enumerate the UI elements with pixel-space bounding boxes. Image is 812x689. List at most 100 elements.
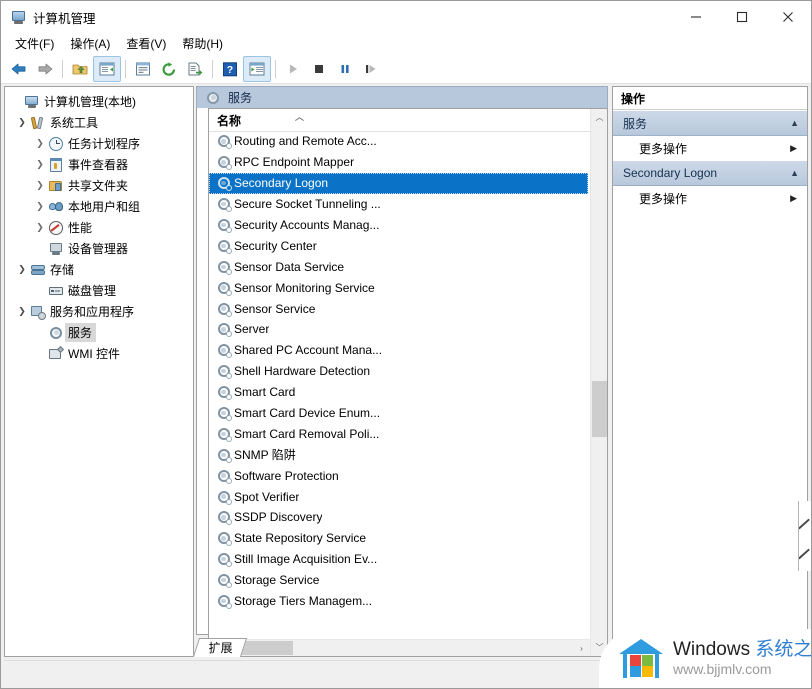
list-horizontal-scrollbar[interactable]: ‹ ›	[209, 639, 590, 656]
services-pane-header: 服务	[196, 86, 608, 108]
menu-action[interactable]: 操作(A)	[62, 34, 118, 54]
list-item[interactable]: RPC Endpoint Mapper	[209, 152, 590, 173]
list-vertical-scrollbar[interactable]: ︿ ﹀	[590, 109, 607, 656]
list-item[interactable]: Routing and Remote Acc...	[209, 131, 590, 152]
forward-icon[interactable]	[32, 57, 58, 81]
column-header-name-label: 名称	[217, 113, 242, 128]
scroll-right-icon[interactable]: ›	[573, 640, 590, 656]
show-action-pane-icon[interactable]	[243, 56, 271, 82]
list-item[interactable]: Server	[209, 319, 590, 340]
tree-item-wmi-control[interactable]: WMI 控件	[5, 343, 193, 364]
up-folder-icon[interactable]	[67, 57, 93, 81]
chevron-down-icon[interactable]: ❯	[15, 305, 29, 319]
vertical-scrollbar-thumb[interactable]	[592, 381, 607, 437]
back-icon[interactable]	[6, 57, 32, 81]
task-scheduler-icon	[47, 136, 65, 152]
list-item[interactable]: Sensor Service	[209, 298, 590, 319]
list-item[interactable]: Still Image Acquisition Ev...	[209, 549, 590, 570]
menu-help[interactable]: 帮助(H)	[174, 34, 231, 54]
list-item[interactable]: SSDP Discovery	[209, 507, 590, 528]
actions-more-actions-services-label: 更多操作	[639, 141, 688, 156]
submenu-arrow-icon: ▶	[790, 142, 797, 153]
actions-more-actions-secondary-logon-label: 更多操作	[639, 191, 688, 206]
list-item[interactable]: Security Center	[209, 235, 590, 256]
device-manager-icon	[47, 241, 65, 257]
close-button[interactable]	[765, 1, 811, 33]
actions-more-actions-services[interactable]: 更多操作 ▶	[613, 136, 807, 160]
collapse-up-icon[interactable]: ▲	[790, 168, 799, 178]
chevron-right-icon[interactable]: ❯	[33, 221, 47, 235]
show-hide-tree-icon[interactable]	[93, 56, 121, 82]
service-gear-icon	[215, 176, 232, 192]
service-gear-icon	[47, 325, 65, 341]
tree-item-storage[interactable]: ❯ 存储	[5, 259, 193, 280]
watermark-url: www.bjjmlv.com	[673, 661, 772, 677]
minimize-button[interactable]	[673, 1, 719, 33]
chevron-right-icon[interactable]: ❯	[33, 137, 47, 151]
list-item[interactable]: Secure Socket Tunneling ...	[209, 194, 590, 215]
list-item[interactable]: Smart Card Device Enum...	[209, 403, 590, 424]
chevron-down-icon[interactable]: ❯	[15, 116, 29, 130]
refresh-icon[interactable]	[156, 57, 182, 81]
tree-item-system-tools[interactable]: ❯ 系统工具	[5, 112, 193, 133]
console-tree-pane[interactable]: 计算机管理(本地) ❯ 系统工具 ❯ 任务计划程序 ❯ 事件查看器 ❯ 共享文件…	[4, 86, 194, 657]
services-list-pane[interactable]: 名称 ︿ Routing and Remote Acc... RPC Endpo…	[208, 108, 608, 657]
toolbar-separator-3	[212, 60, 213, 78]
services-rows: Routing and Remote Acc... RPC Endpoint M…	[209, 131, 590, 639]
start-service-icon[interactable]	[280, 57, 306, 81]
tree-item-shared-folders[interactable]: ❯ 共享文件夹	[5, 175, 193, 196]
actions-group-secondary-logon[interactable]: Secondary Logon ▲	[613, 160, 807, 186]
tab-extended[interactable]: 扩展	[192, 638, 248, 657]
tree-item-task-scheduler[interactable]: ❯ 任务计划程序	[5, 133, 193, 154]
chevron-right-icon[interactable]: ❯	[33, 158, 47, 172]
tree-item-services[interactable]: 服务	[5, 322, 193, 343]
chevron-right-icon[interactable]: ❯	[33, 200, 47, 214]
list-item[interactable]: Shell Hardware Detection	[209, 361, 590, 382]
service-gear-icon	[215, 364, 232, 380]
list-item[interactable]: SNMP 陷阱	[209, 444, 590, 465]
list-item[interactable]: Storage Tiers Managem...	[209, 591, 590, 612]
tree-item-local-users-groups[interactable]: ❯ 本地用户和组	[5, 196, 193, 217]
collapse-up-icon[interactable]: ▲	[790, 118, 799, 128]
tree-item-performance[interactable]: ❯ 性能	[5, 217, 193, 238]
stop-service-icon[interactable]	[306, 57, 332, 81]
tree-item-event-viewer[interactable]: ❯ 事件查看器	[5, 154, 193, 175]
menu-view[interactable]: 查看(V)	[118, 34, 174, 54]
menu-file[interactable]: 文件(F)	[7, 34, 62, 54]
list-item[interactable]: State Repository Service	[209, 528, 590, 549]
list-item[interactable]: Security Accounts Manag...	[209, 215, 590, 236]
list-item[interactable]: Smart Card Removal Poli...	[209, 423, 590, 444]
toolbar: ?	[1, 55, 811, 84]
scroll-up-icon[interactable]: ︿	[591, 109, 607, 126]
export-list-icon[interactable]	[182, 57, 208, 81]
list-item-selected[interactable]: Secondary Logon	[209, 172, 588, 194]
maximize-button[interactable]	[719, 1, 765, 33]
list-item[interactable]: Shared PC Account Mana...	[209, 340, 590, 361]
actions-more-actions-secondary-logon[interactable]: 更多操作 ▶	[613, 186, 807, 210]
list-item[interactable]: Spot Verifier	[209, 486, 590, 507]
properties-icon[interactable]	[130, 57, 156, 81]
actions-pane-title: 操作	[613, 87, 807, 110]
actions-group-services[interactable]: 服务 ▲	[613, 110, 807, 136]
list-item[interactable]: Sensor Monitoring Service	[209, 277, 590, 298]
shared-folders-icon	[47, 178, 65, 194]
help-icon[interactable]: ?	[217, 57, 243, 81]
list-item[interactable]: Storage Service	[209, 570, 590, 591]
list-item[interactable]: Sensor Data Service	[209, 256, 590, 277]
actions-pane: 操作 服务 ▲ 更多操作 ▶ Secondary Logon ▲ 更多操作 ▶	[612, 86, 808, 657]
column-header-name[interactable]: 名称 ︿	[209, 109, 590, 132]
tree-item-computer-management[interactable]: 计算机管理(本地)	[5, 91, 193, 112]
computer-management-window: 计算机管理 文件(F) 操作(A) 查看(V) 帮助(H) ? 计算机管理(本地…	[0, 0, 812, 689]
computer-management-icon	[10, 9, 26, 25]
tree-item-device-manager[interactable]: 设备管理器	[5, 238, 193, 259]
list-item[interactable]: Smart Card	[209, 382, 590, 403]
service-gear-icon	[215, 531, 232, 547]
pause-service-icon[interactable]	[332, 57, 358, 81]
chevron-down-icon[interactable]: ❯	[15, 263, 29, 277]
restart-service-icon[interactable]	[358, 57, 384, 81]
chevron-right-icon[interactable]: ❯	[33, 179, 47, 193]
list-item[interactable]: Software Protection	[209, 465, 590, 486]
tree-item-services-applications[interactable]: ❯ 服务和应用程序	[5, 301, 193, 322]
tree-item-disk-management[interactable]: 磁盘管理	[5, 280, 193, 301]
title-left-group: 计算机管理	[1, 8, 96, 27]
